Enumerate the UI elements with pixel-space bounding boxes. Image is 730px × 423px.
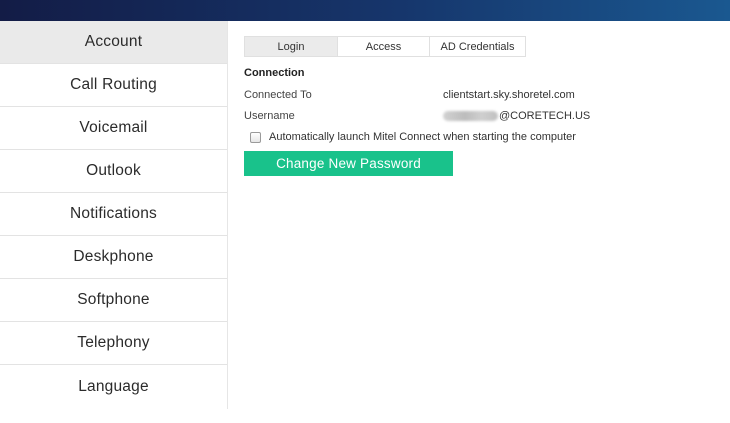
- app-header-bar: [0, 0, 730, 21]
- sidebar-item-notifications[interactable]: Notifications: [0, 193, 227, 236]
- connected-to-value: clientstart.sky.shoretel.com: [443, 89, 575, 101]
- tab-ad-credentials[interactable]: AD Credentials: [430, 36, 526, 57]
- username-row: Username @CORETECH.US: [244, 107, 714, 128]
- sidebar-item-label: Notifications: [69, 205, 158, 222]
- redacted-username: [443, 111, 498, 121]
- username-value: @CORETECH.US: [443, 110, 590, 122]
- sidebar-item-label: Telephony: [77, 334, 150, 351]
- sidebar-item-account[interactable]: Account: [0, 21, 227, 64]
- connected-to-row: Connected To clientstart.sky.shoretel.co…: [244, 86, 714, 107]
- auto-launch-label: Automatically launch Mitel Connect when …: [269, 131, 576, 143]
- sidebar-item-voicemail[interactable]: Voicemail: [0, 107, 227, 150]
- sidebar-item-label: Account: [84, 33, 143, 50]
- tab-label: AD Credentials: [440, 40, 515, 53]
- sidebar-item-language[interactable]: Language: [0, 365, 227, 408]
- tab-access[interactable]: Access: [338, 36, 430, 57]
- tab-label: Login: [277, 40, 305, 53]
- account-panel: Login Access AD Credentials Connection C…: [244, 36, 714, 176]
- sidebar-item-deskphone[interactable]: Deskphone: [0, 236, 227, 279]
- connection-section-title: Connection: [244, 67, 305, 79]
- username-label: Username: [244, 110, 295, 122]
- auto-launch-row: Automatically launch Mitel Connect when …: [244, 131, 714, 143]
- sidebar-item-outlook[interactable]: Outlook: [0, 150, 227, 193]
- sidebar-item-label: Language: [78, 377, 149, 395]
- sidebar-item-label: Deskphone: [73, 248, 154, 265]
- sidebar-item-label: Softphone: [77, 291, 150, 308]
- change-password-label: Change New Password: [276, 156, 421, 171]
- username-domain: @CORETECH.US: [499, 110, 591, 122]
- tab-login[interactable]: Login: [244, 36, 338, 57]
- account-tabs: Login Access AD Credentials: [244, 36, 714, 57]
- sidebar-item-softphone[interactable]: Softphone: [0, 279, 227, 322]
- sidebar-item-telephony[interactable]: Telephony: [0, 322, 227, 365]
- auto-launch-checkbox[interactable]: [250, 131, 261, 143]
- change-password-button[interactable]: Change New Password: [244, 151, 453, 176]
- sidebar-item-call-routing[interactable]: Call Routing: [0, 64, 227, 107]
- settings-sidebar: Account Call Routing Voicemail Outlook N…: [0, 21, 228, 409]
- sidebar-item-label: Call Routing: [70, 76, 157, 93]
- connected-to-label: Connected To: [244, 89, 312, 101]
- sidebar-item-label: Voicemail: [79, 119, 148, 136]
- tab-label: Access: [365, 40, 402, 53]
- sidebar-item-label: Outlook: [86, 162, 141, 179]
